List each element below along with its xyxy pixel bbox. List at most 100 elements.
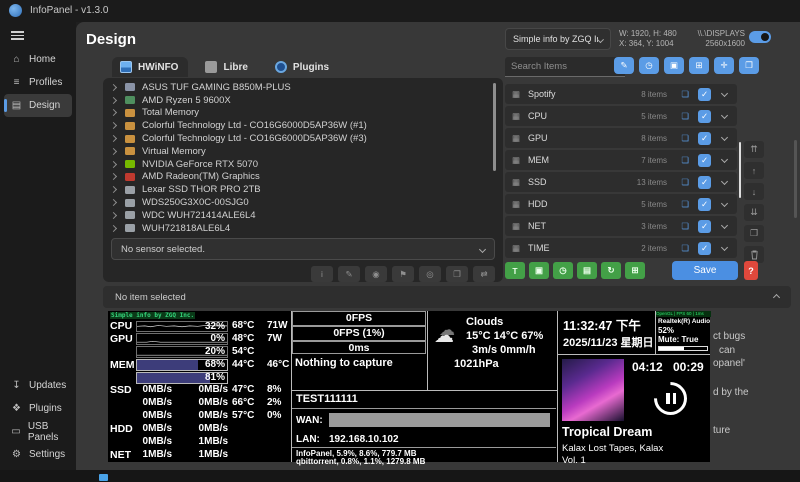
target-button[interactable]: ◉ <box>365 266 387 282</box>
tree-item-cpu[interactable]: AMD Ryzen 5 9600X <box>105 94 487 107</box>
move-bottom-button[interactable]: ⇊ <box>744 204 764 221</box>
tree-item-hdd1[interactable]: WDC WUH721414ALE6L4 <box>105 209 487 222</box>
add-image-button[interactable]: ▣ <box>529 262 549 279</box>
sidebar-item-profiles[interactable]: ≡ Profiles <box>0 71 76 94</box>
open-icon[interactable]: ❏ <box>681 199 689 210</box>
tree-item-ram2[interactable]: Colorful Technology Ltd - CO16G6000D5AP3… <box>105 132 487 145</box>
expand-chevron-icon[interactable] <box>110 212 117 219</box>
display-toggle[interactable] <box>749 31 771 43</box>
copy-button[interactable]: ❐ <box>446 266 468 282</box>
group-checkbox[interactable]: ✓ <box>698 198 711 211</box>
info-button[interactable]: i <box>311 266 333 282</box>
chevron-down-icon[interactable] <box>721 90 728 97</box>
drag-handle-icon[interactable]: ▦ <box>512 155 520 166</box>
group-row-mem[interactable]: ▦ MEM 7 items ❏ ✓ <box>505 150 737 170</box>
group-row-time[interactable]: ▦ TIME 2 items ❏ ✓ <box>505 238 737 258</box>
chevron-down-icon[interactable] <box>721 222 728 229</box>
group-row-spotify[interactable]: ▦ Spotify 8 items ❏ ✓ <box>505 84 737 104</box>
expand-chevron-icon[interactable] <box>110 109 117 116</box>
sidebar-item-plugins[interactable]: ❖ Plugins <box>0 397 76 420</box>
tree-item-nvidia-gpu[interactable]: NVIDIA GeForce RTX 5070 <box>105 158 487 171</box>
move-down-button[interactable]: ↓ <box>744 183 764 200</box>
drag-handle-icon[interactable]: ▦ <box>512 243 520 254</box>
tree-item-ssd1[interactable]: Lexar SSD THOR PRO 2TB <box>105 183 487 196</box>
expand-chevron-icon[interactable] <box>110 186 117 193</box>
group-checkbox[interactable]: ✓ <box>698 154 711 167</box>
open-icon[interactable]: ❏ <box>681 89 689 100</box>
add-text-button[interactable]: T <box>505 262 525 279</box>
record-button[interactable]: ◎ <box>419 266 441 282</box>
chevron-down-icon[interactable] <box>721 134 728 141</box>
drag-handle-icon[interactable]: ▦ <box>512 221 520 232</box>
expand-chevron-icon[interactable] <box>110 173 117 180</box>
sidebar-item-updates[interactable]: ↧ Updates <box>0 374 76 397</box>
open-icon[interactable]: ❏ <box>681 243 689 254</box>
edit-button[interactable]: ✎ <box>614 57 634 74</box>
expand-chevron-icon[interactable] <box>110 84 117 91</box>
chevron-down-icon[interactable] <box>721 200 728 207</box>
tree-item-amd-gpu[interactable]: AMD Radeon(TM) Graphics <box>105 171 487 184</box>
group-checkbox[interactable]: ✓ <box>698 132 711 145</box>
tab-plugins[interactable]: Plugins <box>267 57 339 77</box>
chevron-up-icon[interactable] <box>773 293 780 300</box>
chevron-down-icon[interactable] <box>721 156 728 163</box>
image-button[interactable]: ▣ <box>664 57 684 74</box>
group-checkbox[interactable]: ✓ <box>698 220 711 233</box>
save-button[interactable]: Save <box>672 261 738 280</box>
tree-scrollbar[interactable] <box>493 83 496 171</box>
group-row-cpu[interactable]: ▦ CPU 5 items ❏ ✓ <box>505 106 737 126</box>
add-grid-button[interactable]: ⊞ <box>625 262 645 279</box>
drag-handle-icon[interactable]: ▦ <box>512 177 520 188</box>
menu-toggle-icon[interactable] <box>11 31 24 40</box>
tree-item-hdd2[interactable]: WUH721818ALE6L4 <box>105 222 487 233</box>
drag-handle-icon[interactable]: ▦ <box>512 111 520 122</box>
chevron-down-icon[interactable] <box>721 244 728 251</box>
chevron-down-icon[interactable] <box>721 178 728 185</box>
search-input[interactable] <box>505 57 625 77</box>
add-gauge-button[interactable]: ↻ <box>601 262 621 279</box>
group-row-gpu[interactable]: ▦ GPU 8 items ❏ ✓ <box>505 128 737 148</box>
group-checkbox[interactable]: ✓ <box>698 110 711 123</box>
drag-handle-icon[interactable]: ▦ <box>512 133 520 144</box>
expand-chevron-icon[interactable] <box>110 135 117 142</box>
tree-item-ram1[interactable]: Colorful Technology Ltd - CO16G6000D5AP3… <box>105 119 487 132</box>
sidebar-item-design[interactable]: ▤ Design <box>4 94 72 117</box>
group-row-ssd[interactable]: ▦ SSD 13 items ❏ ✓ <box>505 172 737 192</box>
tab-hwinfo[interactable]: HWiNFO <box>112 57 188 77</box>
add-button[interactable]: ⊞ <box>689 57 709 74</box>
duplicate-group-button[interactable]: ❐ <box>744 225 764 242</box>
move-button[interactable]: ✛ <box>714 57 734 74</box>
window-scrollbar[interactable] <box>794 140 797 218</box>
open-icon[interactable]: ❏ <box>681 221 689 232</box>
group-checkbox[interactable]: ✓ <box>698 176 711 189</box>
panel-preview[interactable]: Simple info by ZGQ Inc. CPU 32% 68°C 71W… <box>108 311 710 462</box>
open-icon[interactable]: ❏ <box>681 133 689 144</box>
move-top-button[interactable]: ⇈ <box>744 141 764 158</box>
open-icon[interactable]: ❏ <box>681 111 689 122</box>
tab-libre[interactable]: Libre <box>197 57 257 77</box>
expand-chevron-icon[interactable] <box>110 122 117 129</box>
tree-item-virtual-memory[interactable]: Virtual Memory <box>105 145 487 158</box>
group-checkbox[interactable]: ✓ <box>698 242 711 255</box>
add-table-button[interactable]: ▤ <box>577 262 597 279</box>
expand-chevron-icon[interactable] <box>110 161 117 168</box>
expand-chevron-icon[interactable] <box>110 97 117 104</box>
group-list-scrollbar[interactable] <box>739 142 741 198</box>
profile-select[interactable]: Simple info by ZGQ Inc. <box>505 28 611 50</box>
tree-item-total-memory[interactable]: Total Memory <box>105 107 487 120</box>
expand-chevron-icon[interactable] <box>110 199 117 206</box>
history-button[interactable]: ◷ <box>639 57 659 74</box>
duplicate-button[interactable]: ❐ <box>739 57 759 74</box>
expand-chevron-icon[interactable] <box>110 148 117 155</box>
tree-item-ssd2[interactable]: WDS250G3X0C-00SJG0 <box>105 196 487 209</box>
open-icon[interactable]: ❏ <box>681 155 689 166</box>
group-checkbox[interactable]: ✓ <box>698 88 711 101</box>
expand-chevron-icon[interactable] <box>110 225 117 232</box>
rename-button[interactable]: ✎ <box>338 266 360 282</box>
help-button[interactable]: ? <box>744 261 758 280</box>
drag-handle-icon[interactable]: ▦ <box>512 89 520 100</box>
tree-item-motherboard[interactable]: ASUS TUF GAMING B850M-PLUS <box>105 81 487 94</box>
sensor-select-dropdown[interactable]: No sensor selected. <box>111 238 495 260</box>
chevron-down-icon[interactable] <box>721 112 728 119</box>
swap-button[interactable]: ⇄ <box>473 266 495 282</box>
